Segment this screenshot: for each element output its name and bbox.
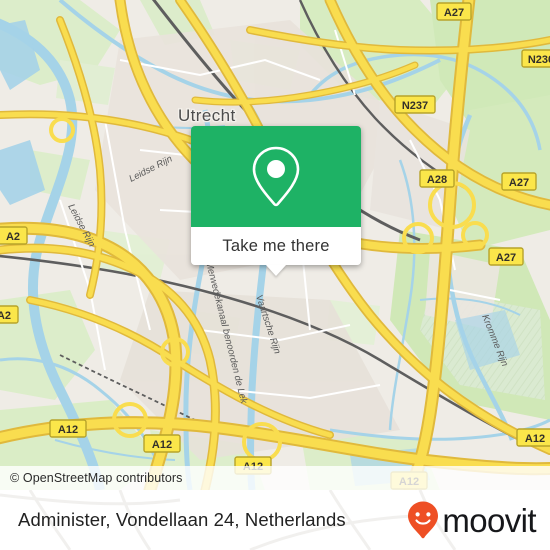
take-me-there-button[interactable]: Take me there [191,227,361,265]
svg-text:A12: A12 [58,424,78,436]
svg-text:A2: A2 [6,231,20,243]
svg-text:N230: N230 [528,54,550,66]
svg-text:A12: A12 [525,433,545,445]
shield-a28: A28 [419,169,455,188]
shield-a2-south: A2 [0,305,19,324]
moovit-map-screenshot: Leidse Rijn Leidse Rijn Merwedekanaal be… [0,0,550,550]
popup-header [191,126,361,227]
moovit-wordmark: moovit [442,501,536,539]
shield-a12-west: A12 [49,419,87,438]
take-me-there-label: Take me there [222,236,330,255]
shield-n230: N230 [521,49,550,68]
location-popup-card[interactable]: Take me there [191,126,361,276]
shield-a27-southeast: A27 [488,247,524,266]
svg-text:A28: A28 [427,174,447,186]
moovit-logo: moovit [406,500,537,540]
shield-a12-midwest: A12 [143,434,181,453]
map-place-label-utrecht: Utrecht [178,106,236,125]
shield-a27-east: A27 [501,172,537,191]
map-attribution-text: © OpenStreetMap contributors [10,471,183,485]
svg-text:A27: A27 [496,252,516,264]
svg-text:A27: A27 [509,177,529,189]
moovit-pin-icon [408,501,439,539]
shield-a27-north: A27 [436,2,472,21]
svg-text:N237: N237 [402,100,428,112]
shield-n237: N237 [394,95,436,114]
shield-a2-north: A2 [0,226,28,245]
map-pin-icon [252,146,300,206]
svg-text:A12: A12 [152,439,172,451]
map-attribution-bar: © OpenStreetMap contributors [0,466,550,490]
popup-pointer-tail [266,265,286,276]
shield-a12-fareast: A12 [516,428,550,447]
location-title: Administer, Vondellaan 24, Netherlands [18,509,346,530]
svg-text:A27: A27 [444,7,464,19]
svg-text:A2: A2 [0,310,11,322]
footer-bar: Administer, Vondellaan 24, Netherlands m… [0,490,550,550]
